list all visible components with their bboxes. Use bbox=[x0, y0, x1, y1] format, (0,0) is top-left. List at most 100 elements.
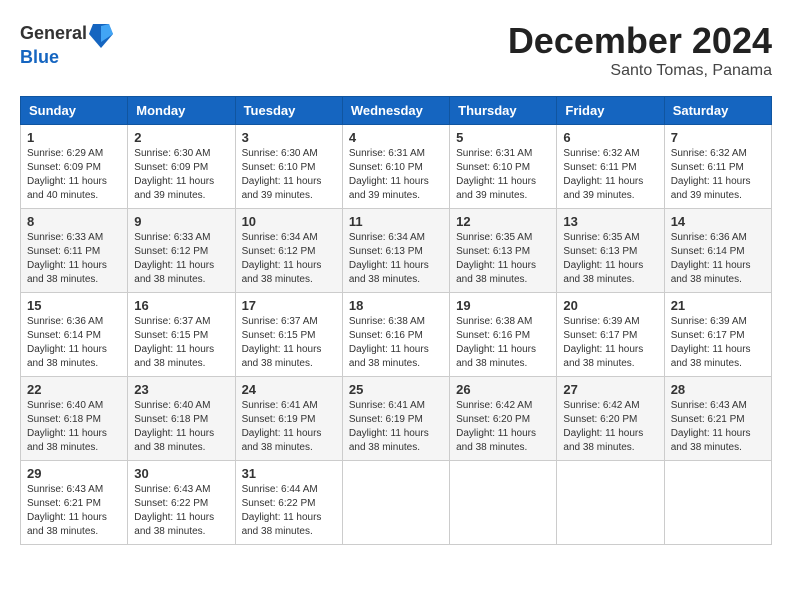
day-number: 10 bbox=[242, 214, 336, 229]
day-info: Sunrise: 6:38 AMSunset: 6:16 PMDaylight:… bbox=[456, 315, 550, 371]
calendar-cell bbox=[342, 461, 449, 545]
calendar-cell bbox=[557, 461, 664, 545]
day-info: Sunrise: 6:35 AMSunset: 6:13 PMDaylight:… bbox=[456, 231, 550, 287]
day-info: Sunrise: 6:32 AMSunset: 6:11 PMDaylight:… bbox=[671, 147, 765, 203]
calendar-cell: 3 Sunrise: 6:30 AMSunset: 6:10 PMDaylight… bbox=[235, 125, 342, 209]
day-number: 19 bbox=[456, 298, 550, 313]
day-of-week-header: Monday bbox=[128, 97, 235, 125]
calendar-cell: 21Sunrise: 6:39 AMSunset: 6:17 PMDayligh… bbox=[664, 293, 771, 377]
calendar-cell: 7 Sunrise: 6:32 AMSunset: 6:11 PMDaylight… bbox=[664, 125, 771, 209]
logo-blue: Blue bbox=[20, 48, 113, 68]
day-info: Sunrise: 6:40 AMSunset: 6:18 PMDaylight:… bbox=[27, 399, 121, 455]
day-info: Sunrise: 6:40 AMSunset: 6:18 PMDaylight:… bbox=[134, 399, 228, 455]
day-number: 27 bbox=[563, 382, 657, 397]
day-info: Sunrise: 6:41 AMSunset: 6:19 PMDaylight:… bbox=[349, 399, 443, 455]
day-of-week-header: Wednesday bbox=[342, 97, 449, 125]
calendar-cell bbox=[450, 461, 557, 545]
day-info: Sunrise: 6:30 AMSunset: 6:09 PMDaylight:… bbox=[134, 147, 228, 203]
calendar-week-row: 15 Sunrise: 6:36 AMSunset: 6:14 PMDayligh… bbox=[21, 293, 772, 377]
calendar-week-row: 8 Sunrise: 6:33 AMSunset: 6:11 PMDaylight… bbox=[21, 209, 772, 293]
calendar-cell: 4 Sunrise: 6:31 AMSunset: 6:10 PMDaylight… bbox=[342, 125, 449, 209]
day-info: Sunrise: 6:31 AMSunset: 6:10 PMDaylight:… bbox=[456, 147, 550, 203]
day-info: Sunrise: 6:43 AMSunset: 6:22 PMDaylight:… bbox=[134, 483, 228, 539]
day-number: 20 bbox=[563, 298, 657, 313]
logo-icon bbox=[89, 20, 113, 48]
logo-general: General bbox=[20, 24, 87, 44]
calendar-cell bbox=[664, 461, 771, 545]
day-number: 11 bbox=[349, 214, 443, 229]
page-header: General Blue December 2024 Santo Tomas, … bbox=[20, 20, 772, 80]
day-info: Sunrise: 6:33 AMSunset: 6:12 PMDaylight:… bbox=[134, 231, 228, 287]
day-of-week-header: Saturday bbox=[664, 97, 771, 125]
day-info: Sunrise: 6:42 AMSunset: 6:20 PMDaylight:… bbox=[456, 399, 550, 455]
calendar-cell: 18 Sunrise: 6:38 AMSunset: 6:16 PMDayligh… bbox=[342, 293, 449, 377]
calendar-cell: 14 Sunrise: 6:36 AMSunset: 6:14 PMDayligh… bbox=[664, 209, 771, 293]
calendar-cell: 16Sunrise: 6:37 AMSunset: 6:15 PMDayligh… bbox=[128, 293, 235, 377]
calendar-cell: 8 Sunrise: 6:33 AMSunset: 6:11 PMDaylight… bbox=[21, 209, 128, 293]
day-info: Sunrise: 6:33 AMSunset: 6:11 PMDaylight:… bbox=[27, 231, 121, 287]
day-info: Sunrise: 6:39 AMSunset: 6:17 PMDaylight:… bbox=[563, 315, 657, 371]
day-info: Sunrise: 6:43 AMSunset: 6:21 PMDaylight:… bbox=[27, 483, 121, 539]
day-number: 15 bbox=[27, 298, 121, 313]
location-subtitle: Santo Tomas, Panama bbox=[508, 62, 772, 80]
calendar-cell: 20 Sunrise: 6:39 AMSunset: 6:17 PMDayligh… bbox=[557, 293, 664, 377]
logo: General Blue bbox=[20, 20, 113, 68]
day-info: Sunrise: 6:29 AMSunset: 6:09 PMDaylight:… bbox=[27, 147, 121, 203]
day-of-week-header: Friday bbox=[557, 97, 664, 125]
calendar-cell: 1Sunrise: 6:29 AMSunset: 6:09 PMDaylight… bbox=[21, 125, 128, 209]
day-info: Sunrise: 6:43 AMSunset: 6:21 PMDaylight:… bbox=[671, 399, 765, 455]
day-info: Sunrise: 6:38 AMSunset: 6:16 PMDaylight:… bbox=[349, 315, 443, 371]
day-info: Sunrise: 6:34 AMSunset: 6:13 PMDaylight:… bbox=[349, 231, 443, 287]
calendar-cell: 26 Sunrise: 6:42 AMSunset: 6:20 PMDayligh… bbox=[450, 377, 557, 461]
day-number: 30 bbox=[134, 466, 228, 481]
day-number: 26 bbox=[456, 382, 550, 397]
day-info: Sunrise: 6:31 AMSunset: 6:10 PMDaylight:… bbox=[349, 147, 443, 203]
day-info: Sunrise: 6:32 AMSunset: 6:11 PMDaylight:… bbox=[563, 147, 657, 203]
day-number: 28 bbox=[671, 382, 765, 397]
calendar-cell: 25 Sunrise: 6:41 AMSunset: 6:19 PMDayligh… bbox=[342, 377, 449, 461]
day-number: 14 bbox=[671, 214, 765, 229]
month-title: December 2024 bbox=[508, 20, 772, 62]
day-number: 4 bbox=[349, 130, 443, 145]
calendar-week-row: 1Sunrise: 6:29 AMSunset: 6:09 PMDaylight… bbox=[21, 125, 772, 209]
day-info: Sunrise: 6:34 AMSunset: 6:12 PMDaylight:… bbox=[242, 231, 336, 287]
day-number: 17 bbox=[242, 298, 336, 313]
day-number: 7 bbox=[671, 130, 765, 145]
calendar-cell: 31Sunrise: 6:44 AMSunset: 6:22 PMDayligh… bbox=[235, 461, 342, 545]
calendar-cell: 23 Sunrise: 6:40 AMSunset: 6:18 PMDayligh… bbox=[128, 377, 235, 461]
day-number: 6 bbox=[563, 130, 657, 145]
day-number: 29 bbox=[27, 466, 121, 481]
day-number: 18 bbox=[349, 298, 443, 313]
day-info: Sunrise: 6:41 AMSunset: 6:19 PMDaylight:… bbox=[242, 399, 336, 455]
calendar-cell: 5 Sunrise: 6:31 AMSunset: 6:10 PMDaylight… bbox=[450, 125, 557, 209]
day-info: Sunrise: 6:36 AMSunset: 6:14 PMDaylight:… bbox=[671, 231, 765, 287]
calendar-cell: 9Sunrise: 6:33 AMSunset: 6:12 PMDaylight… bbox=[128, 209, 235, 293]
calendar-cell: 13 Sunrise: 6:35 AMSunset: 6:13 PMDayligh… bbox=[557, 209, 664, 293]
calendar-cell: 28 Sunrise: 6:43 AMSunset: 6:21 PMDayligh… bbox=[664, 377, 771, 461]
calendar-cell: 11 Sunrise: 6:34 AMSunset: 6:13 PMDayligh… bbox=[342, 209, 449, 293]
calendar-cell: 2Sunrise: 6:30 AMSunset: 6:09 PMDaylight… bbox=[128, 125, 235, 209]
day-info: Sunrise: 6:37 AMSunset: 6:15 PMDaylight:… bbox=[242, 315, 336, 371]
day-number: 8 bbox=[27, 214, 121, 229]
day-number: 3 bbox=[242, 130, 336, 145]
calendar-table: SundayMondayTuesdayWednesdayThursdayFrid… bbox=[20, 96, 772, 545]
day-number: 23 bbox=[134, 382, 228, 397]
day-number: 25 bbox=[349, 382, 443, 397]
calendar-cell: 19 Sunrise: 6:38 AMSunset: 6:16 PMDayligh… bbox=[450, 293, 557, 377]
calendar-header-row: SundayMondayTuesdayWednesdayThursdayFrid… bbox=[21, 97, 772, 125]
day-of-week-header: Sunday bbox=[21, 97, 128, 125]
day-info: Sunrise: 6:35 AMSunset: 6:13 PMDaylight:… bbox=[563, 231, 657, 287]
day-number: 5 bbox=[456, 130, 550, 145]
day-number: 21 bbox=[671, 298, 765, 313]
day-info: Sunrise: 6:30 AMSunset: 6:10 PMDaylight:… bbox=[242, 147, 336, 203]
calendar-cell: 15 Sunrise: 6:36 AMSunset: 6:14 PMDayligh… bbox=[21, 293, 128, 377]
day-info: Sunrise: 6:36 AMSunset: 6:14 PMDaylight:… bbox=[27, 315, 121, 371]
day-number: 13 bbox=[563, 214, 657, 229]
calendar-cell: 17 Sunrise: 6:37 AMSunset: 6:15 PMDayligh… bbox=[235, 293, 342, 377]
day-number: 24 bbox=[242, 382, 336, 397]
day-info: Sunrise: 6:44 AMSunset: 6:22 PMDaylight:… bbox=[242, 483, 336, 539]
day-info: Sunrise: 6:37 AMSunset: 6:15 PMDaylight:… bbox=[134, 315, 228, 371]
day-of-week-header: Thursday bbox=[450, 97, 557, 125]
title-block: December 2024 Santo Tomas, Panama bbox=[508, 20, 772, 80]
calendar-cell: 30 Sunrise: 6:43 AMSunset: 6:22 PMDayligh… bbox=[128, 461, 235, 545]
